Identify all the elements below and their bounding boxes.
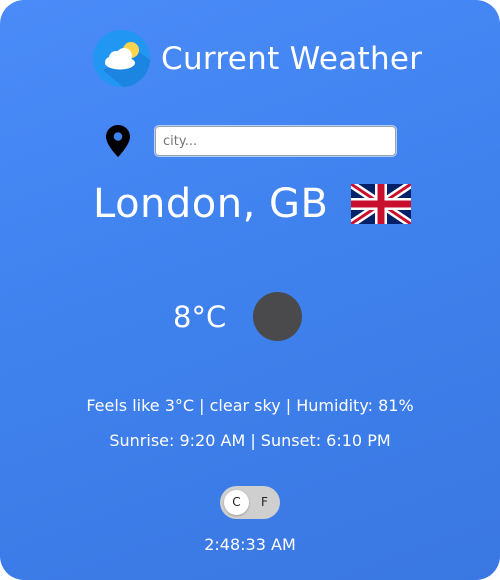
weather-condition-icon	[253, 292, 303, 341]
app-header: Current Weather	[93, 30, 422, 87]
search-row	[106, 125, 396, 157]
unit-toggle[interactable]: C F	[220, 486, 280, 519]
location-row: London, GB	[93, 180, 411, 228]
temperature-value: 8°C	[173, 299, 227, 334]
uk-flag-icon	[350, 184, 411, 224]
clock-time: 2:48:33 AM	[204, 535, 296, 554]
app-title: Current Weather	[161, 40, 423, 77]
temperature-row: 8°C	[173, 292, 303, 341]
sun-times-line: Sunrise: 9:20 AM | Sunset: 6:10 PM	[109, 431, 391, 450]
celsius-label: C	[232, 495, 241, 509]
weather-card: Current Weather London, GB 8°C Feels lik…	[0, 0, 500, 580]
city-search-input[interactable]	[155, 126, 396, 156]
location-name: London, GB	[93, 181, 329, 227]
partly-cloudy-icon	[93, 30, 150, 87]
map-pin-icon[interactable]	[106, 125, 130, 157]
weather-details-line: Feels like 3°C | clear sky | Humidity: 8…	[86, 396, 414, 415]
fahrenheit-label: F	[261, 495, 268, 509]
